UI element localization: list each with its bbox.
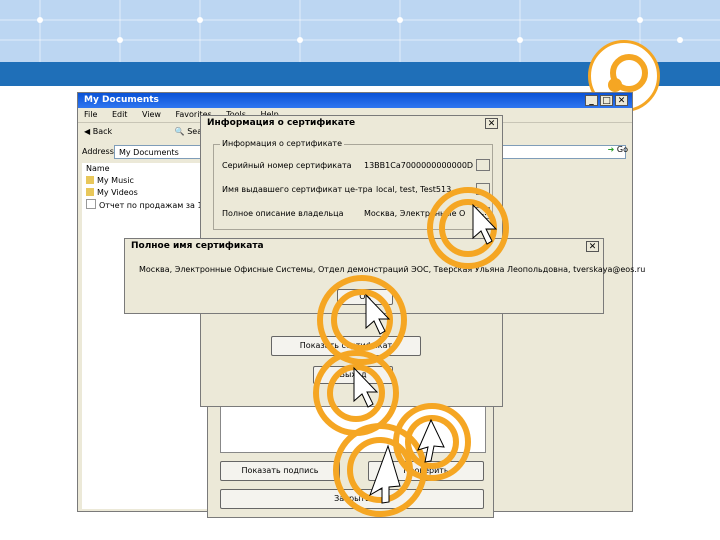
column-header-name[interactable]: Name — [82, 163, 212, 175]
menu-file[interactable]: File — [84, 110, 97, 119]
folder-icon — [86, 176, 94, 184]
maximize-button[interactable]: □ — [600, 95, 613, 106]
cert-title: Информация о сертификате — [207, 118, 356, 128]
check-button[interactable]: Проверить — [368, 461, 484, 481]
document-icon — [86, 199, 96, 209]
search-icon[interactable]: 🔍 — [175, 127, 185, 136]
column-name-label: Name — [86, 164, 110, 173]
address-label: Address — [82, 147, 114, 156]
close-dialog-button[interactable]: Закрыть — [220, 489, 484, 509]
mydocs-titlebar: My Documents _ □ ✕ — [78, 93, 632, 108]
cert-group-legend: Информация о сертификате — [220, 139, 345, 148]
show-certificate-label: Показать сертификат — [299, 341, 393, 350]
file-name: My Music — [97, 176, 134, 185]
show-certificate-button[interactable]: Показать сертификат — [271, 336, 421, 356]
file-name: My Videos — [97, 188, 138, 197]
show-signature-label: Показать подпись — [241, 466, 319, 475]
go-label: Go — [616, 145, 628, 154]
show-signature-button[interactable]: Показать подпись — [220, 461, 340, 481]
check-label: Проверить — [403, 466, 449, 475]
issuer-label: Имя выдавшего сертификат це-тра — [222, 185, 373, 194]
issuer-value: local, test, Test513 — [376, 185, 452, 194]
back-button[interactable]: Back — [93, 127, 112, 136]
issuer-more-button[interactable] — [476, 183, 490, 195]
folder-icon — [86, 188, 94, 196]
fullname-close-button[interactable]: ✕ — [586, 241, 599, 252]
go-icon: ➜ — [607, 145, 615, 154]
more-label: ... — [479, 208, 487, 217]
subject-value: Москва, Электронные О — [364, 209, 466, 218]
cert-close-button[interactable]: ✕ — [485, 118, 498, 129]
exit-label: Выход — [339, 370, 367, 379]
list-item[interactable]: My Music — [82, 175, 212, 187]
fullname-titlebar: Полное имя сертификата ✕ — [125, 239, 603, 254]
cert-titlebar: Информация о сертификате ✕ — [201, 116, 502, 131]
subject-more-button[interactable]: ... — [476, 207, 490, 219]
list-item[interactable]: My Videos — [82, 187, 212, 199]
menu-edit[interactable]: Edit — [112, 110, 128, 119]
cert-groupbox: Информация о сертификате Серийный номер … — [213, 139, 493, 230]
close-dialog-label: Закрыть — [334, 494, 370, 503]
ok-label: OK — [359, 292, 371, 301]
go-button[interactable]: ➜ Go — [608, 145, 628, 154]
mydocs-title: My Documents — [84, 95, 159, 105]
full-name-dialog: Полное имя сертификата ✕ Москва, Электро… — [124, 238, 645, 314]
serial-value: 13BB1Ca7000000000000D — [364, 161, 474, 170]
ok-button[interactable]: OK — [337, 289, 393, 305]
file-list: Name My Music My Videos Отчет по продажа… — [82, 163, 227, 509]
back-icon[interactable]: ◀ — [84, 127, 90, 136]
fullname-title: Полное имя сертификата — [131, 241, 264, 251]
close-button[interactable]: ✕ — [615, 95, 628, 106]
serial-more-button[interactable] — [476, 159, 490, 171]
address-value: My Documents — [119, 148, 179, 157]
subject-label: Полное описание владельца — [222, 209, 344, 218]
full-certificate-name: Москва, Электронные Офисные Системы, Отд… — [139, 265, 646, 274]
exit-button[interactable]: Выход — [313, 366, 393, 384]
menu-view[interactable]: View — [142, 110, 161, 119]
list-item[interactable]: Отчет по продажам за 1 кв 21 — [82, 199, 227, 211]
serial-label: Серийный номер сертификата — [222, 161, 352, 170]
minimize-button[interactable]: _ — [585, 95, 598, 106]
